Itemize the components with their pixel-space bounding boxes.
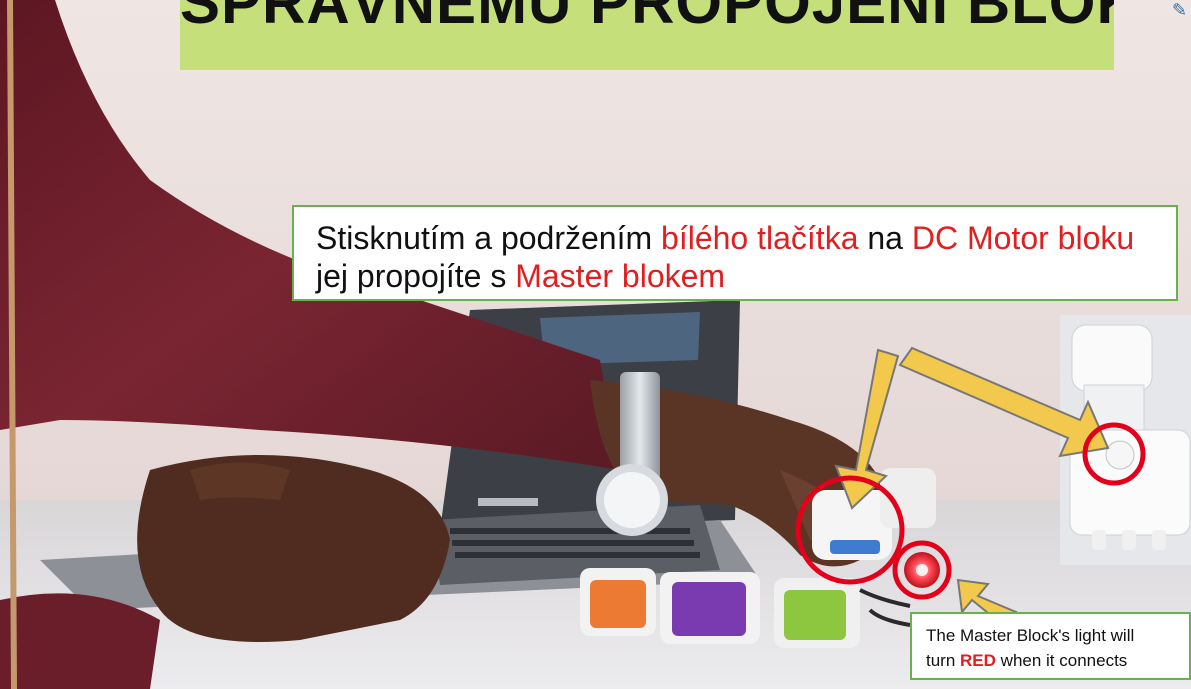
callout-text: jej propojíte s bbox=[316, 258, 516, 294]
photo-scene bbox=[0, 0, 1191, 689]
callout-text: when it connects bbox=[995, 651, 1128, 670]
purple-block bbox=[660, 572, 760, 644]
callout-text: Stisknutím a podržením bbox=[316, 220, 662, 256]
callout-highlight: Master blokem bbox=[515, 258, 726, 294]
callout-highlight: DC Motor bloku bbox=[911, 220, 1135, 256]
callout-text: turn bbox=[926, 651, 961, 670]
page-title: SPRÁVNÉMU PROPOJENÍ BLOKŮ bbox=[180, 0, 1114, 36]
callout-text: na bbox=[858, 220, 912, 256]
callout-line: The Master Block's light will bbox=[926, 626, 1135, 645]
orange-block bbox=[580, 568, 656, 636]
master-light-callout: The Master Block's light will turn RED w… bbox=[910, 612, 1191, 680]
callout-highlight: RED bbox=[960, 651, 996, 670]
green-block bbox=[774, 578, 860, 648]
corner-icon: ✎ bbox=[1172, 0, 1188, 20]
strap bbox=[7, 0, 17, 689]
left-hand bbox=[137, 455, 450, 642]
callout-line: turn RED when it connects bbox=[926, 648, 1181, 673]
title-banner: SPRÁVNÉMU PROPOJENÍ BLOKŮ bbox=[180, 0, 1114, 70]
callout-highlight: bílého tlačítka bbox=[661, 220, 859, 256]
instruction-callout: Stisknutím a podržením bílého tlačítka n… bbox=[292, 205, 1178, 301]
master-block bbox=[904, 552, 940, 588]
